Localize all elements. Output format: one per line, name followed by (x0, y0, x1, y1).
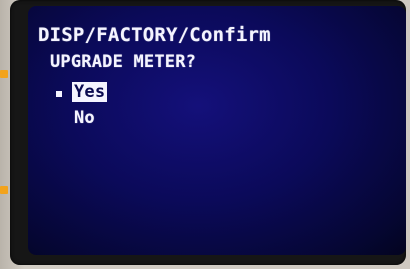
option-yes[interactable]: Yes (72, 82, 108, 102)
confirm-question: UPGRADE METER? (50, 52, 197, 72)
meter-device: DISP/FACTORY/Confirm UPGRADE METER? Yes … (0, 0, 410, 269)
soft-key-marker-bottom (0, 186, 8, 194)
option-no[interactable]: No (74, 108, 95, 128)
soft-key-marker-top (0, 70, 8, 78)
display-screen: DISP/FACTORY/Confirm UPGRADE METER? Yes … (28, 6, 406, 255)
selection-cursor-icon (56, 91, 62, 97)
display-bezel: DISP/FACTORY/Confirm UPGRADE METER? Yes … (10, 0, 406, 265)
menu-breadcrumb: DISP/FACTORY/Confirm (38, 24, 271, 46)
